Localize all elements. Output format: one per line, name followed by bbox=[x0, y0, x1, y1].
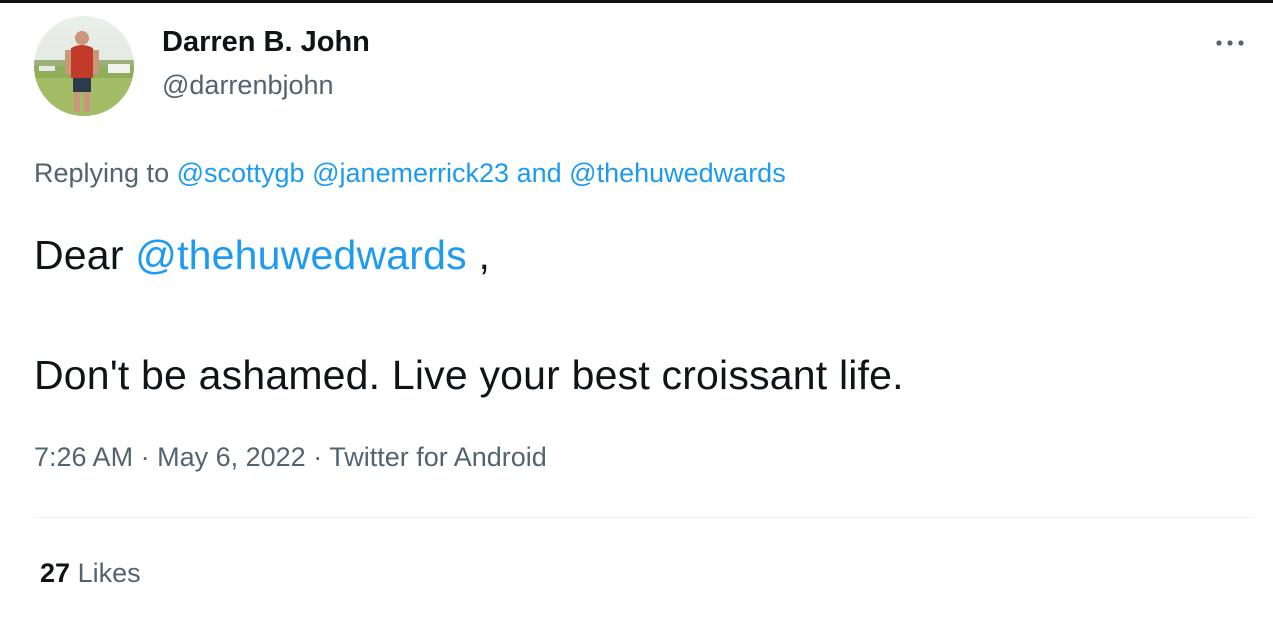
likes-label: Likes bbox=[77, 558, 141, 588]
mention-link[interactable]: @thehuwedwards bbox=[569, 158, 786, 188]
mention-link[interactable]: @thehuwedwards bbox=[135, 232, 467, 278]
tweet-text-line: Dear @thehuwedwards , bbox=[34, 232, 490, 279]
more-options-button[interactable] bbox=[1212, 28, 1248, 58]
replying-to: Replying to @scottygb @janemerrick23 and… bbox=[34, 158, 786, 189]
more-horizontal-icon bbox=[1216, 40, 1244, 46]
replying-to-label: Replying to bbox=[34, 158, 170, 188]
mention-link[interactable]: @scottygb bbox=[177, 158, 305, 188]
tweet-source[interactable]: Twitter for Android bbox=[329, 442, 547, 472]
replying-to-conjunction: and bbox=[516, 158, 562, 188]
mention-link[interactable]: @janemerrick23 bbox=[312, 158, 509, 188]
tweet-card: Darren B. John @darrenbjohn Replying to … bbox=[0, 0, 1273, 625]
avatar[interactable] bbox=[34, 16, 134, 116]
tweet-time[interactable]: 7:26 AM bbox=[34, 442, 133, 472]
meta-separator: · bbox=[313, 442, 323, 472]
user-handle[interactable]: @darrenbjohn bbox=[162, 70, 334, 101]
likes-count: 27 bbox=[40, 558, 71, 588]
tweet-metadata: 7:26 AM · May 6, 2022 · Twitter for Andr… bbox=[34, 442, 547, 473]
tweet-date[interactable]: May 6, 2022 bbox=[157, 442, 306, 472]
tweet-text: Dear bbox=[34, 232, 124, 278]
likes-link[interactable]: 27 Likes bbox=[40, 558, 141, 589]
tweet-text: Don't be ashamed. Live your best croissa… bbox=[34, 352, 904, 398]
display-name[interactable]: Darren B. John bbox=[162, 26, 370, 59]
meta-separator: · bbox=[140, 442, 150, 472]
tweet-text: , bbox=[466, 232, 491, 278]
divider bbox=[34, 517, 1254, 518]
